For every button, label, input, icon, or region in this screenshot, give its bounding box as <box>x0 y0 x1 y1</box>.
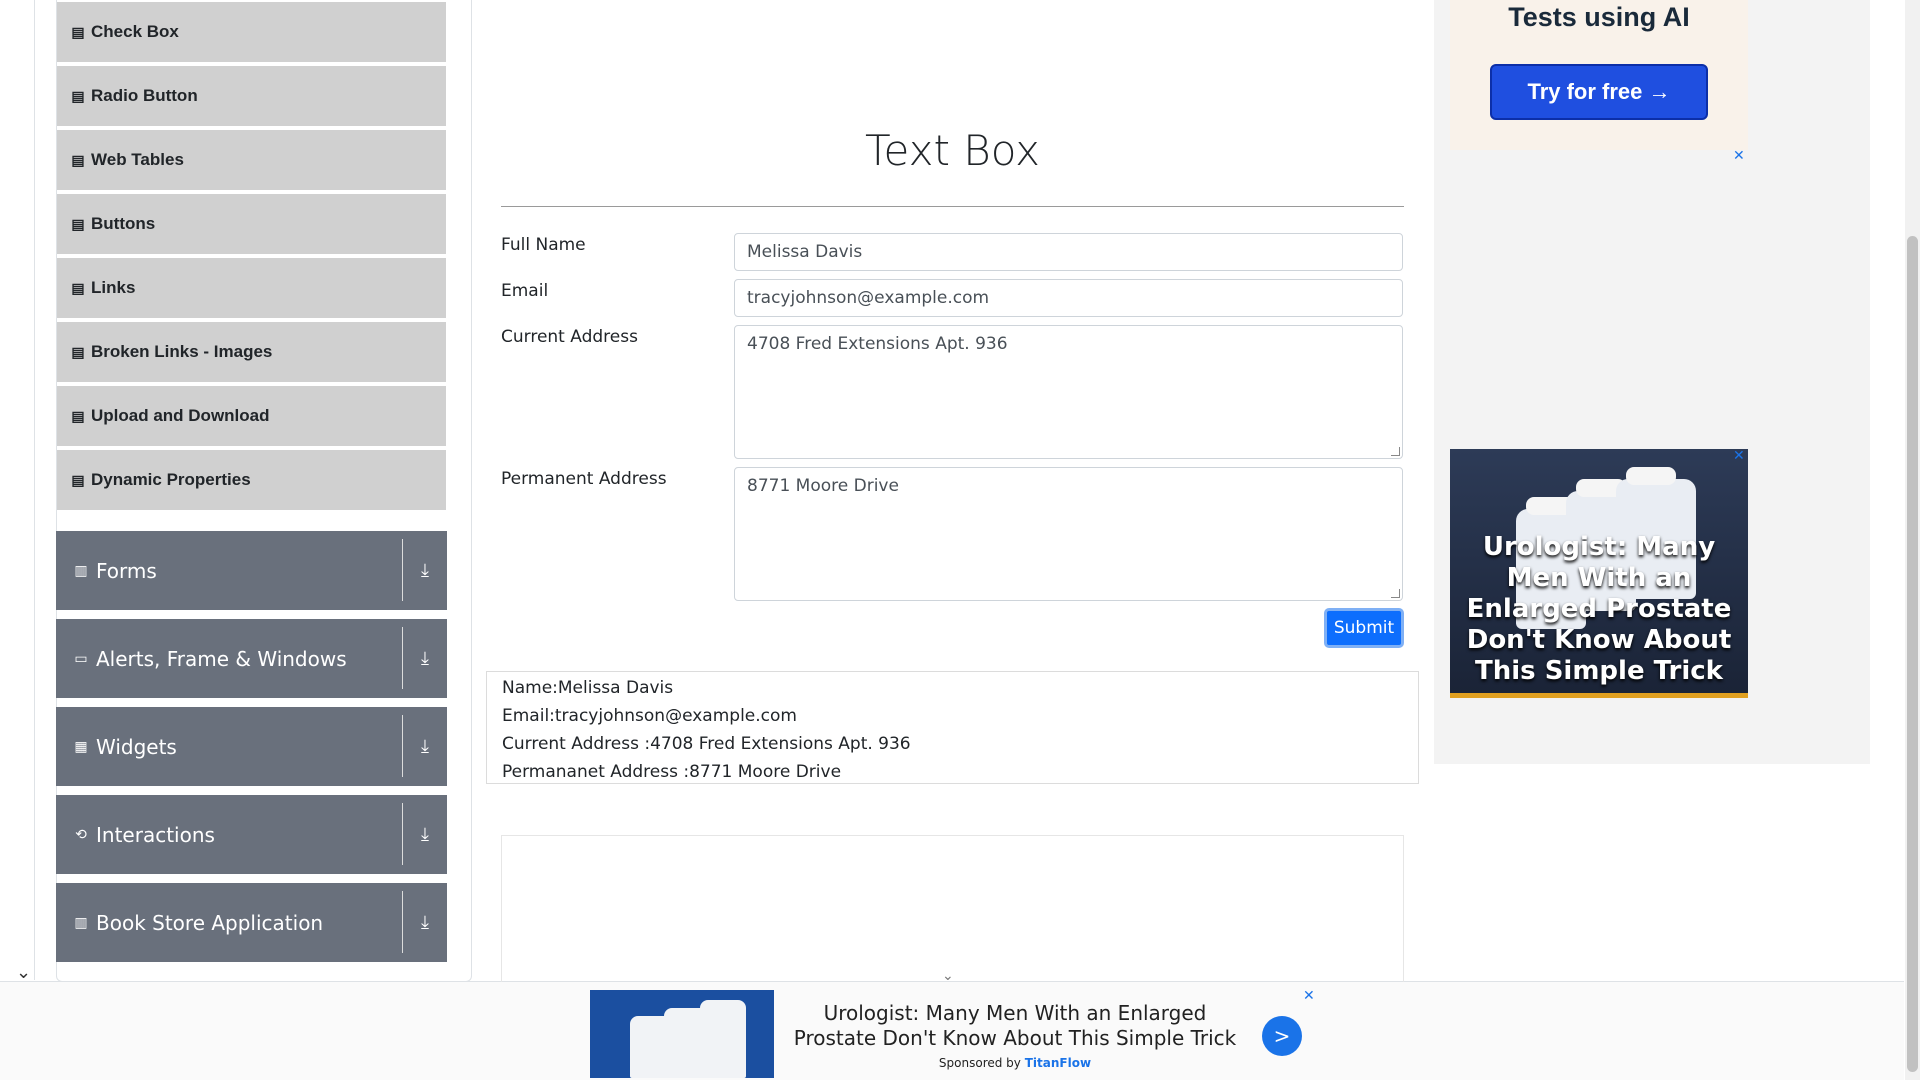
banner-sponsor: Sponsored by TitanFlow <box>780 1056 1250 1070</box>
interactions-icon: ⟲ <box>75 826 87 843</box>
sidebar-item-label: Broken Links - Images <box>91 342 273 361</box>
top-ad-title: Tests using AI <box>1508 2 1690 32</box>
permanent-address-label: Permanent Address <box>501 469 667 489</box>
sidebar-item-label: Check Box <box>91 22 179 41</box>
sidebar-group-interactions[interactable]: ⟲ Interactions ⤓ <box>56 795 447 874</box>
output-name: Name:Melissa Davis <box>502 678 674 698</box>
current-address-label: Current Address <box>501 327 638 347</box>
sidebar-item-label: Web Tables <box>91 150 184 169</box>
side-ad-text: Urologist: Many Men With an Enlarged Pro… <box>1466 532 1732 686</box>
sidebar-item-label: Links <box>91 278 136 297</box>
resize-handle[interactable] <box>1391 447 1400 456</box>
output-panel: Name:Melissa Davis Email:tracyjohnson@ex… <box>486 671 1419 784</box>
sidebar-item-label: Buttons <box>91 214 156 233</box>
bottle-image <box>700 1000 746 1078</box>
document-icon: ▤ <box>71 151 85 168</box>
sidebar-item-label: Dynamic Properties <box>91 470 251 489</box>
sidebar-item-web-tables[interactable]: ▤ Web Tables <box>57 130 446 192</box>
document-icon: ▤ <box>71 87 85 104</box>
sidebar-item-label: Radio Button <box>91 86 198 105</box>
document-icon: ▤ <box>71 279 85 296</box>
empty-content-box <box>501 835 1404 985</box>
sidebar-item-broken-links[interactable]: ▤ Broken Links - Images <box>57 322 446 384</box>
email-input[interactable]: tracyjohnson@example.com <box>734 279 1403 317</box>
current-address-textarea[interactable]: 4708 Fred Extensions Apt. 936 <box>734 325 1403 459</box>
group-label: Widgets <box>96 734 177 759</box>
group-label: Book Store Application <box>96 910 324 935</box>
document-icon: ▤ <box>71 23 85 40</box>
full-name-input[interactable]: Melissa Davis <box>734 233 1403 271</box>
form-icon: ▥ <box>74 562 88 579</box>
side-ad-bar <box>1450 693 1748 698</box>
sidebar-group-alerts[interactable]: ▭ Alerts, Frame & Windows ⤓ <box>56 619 447 698</box>
try-for-free-button[interactable]: Try for free → <box>1490 64 1708 120</box>
current-address-value: 4708 Fred Extensions Apt. 936 <box>747 334 1008 354</box>
download-icon[interactable]: ⤓ <box>403 619 447 698</box>
sidebar-item-check-box[interactable]: ▤ Check Box <box>57 2 446 64</box>
full-name-label: Full Name <box>501 235 586 255</box>
widgets-icon: ▦ <box>74 738 88 755</box>
title-divider <box>501 206 1404 207</box>
download-icon[interactable]: ⤓ <box>403 707 447 786</box>
sidebar-item-dynamic-properties[interactable]: ▤ Dynamic Properties <box>57 450 446 512</box>
download-icon[interactable]: ⤓ <box>403 883 447 962</box>
sponsor-prefix: Sponsored by <box>938 1056 1021 1070</box>
banner-text: Urologist: Many Men With an Enlarged Pro… <box>793 1001 1237 1050</box>
window-icon: ▭ <box>74 650 88 667</box>
sidebar-item-radio-button[interactable]: ▤ Radio Button <box>57 66 446 128</box>
group-label: Interactions <box>96 822 215 847</box>
document-icon: ▤ <box>71 215 85 232</box>
sidebar-group-book-store[interactable]: ▥ Book Store Application ⤓ <box>56 883 447 962</box>
banner-image <box>590 990 774 1078</box>
email-label: Email <box>501 281 549 301</box>
sidebar-group-widgets[interactable]: ▦ Widgets ⤓ <box>56 707 447 786</box>
output-current-address: Current Address :4708 Fred Extensions Ap… <box>502 734 911 754</box>
page-title: Text Box <box>864 126 1041 175</box>
submit-button[interactable]: Submit <box>1324 608 1404 648</box>
resize-handle[interactable] <box>1391 589 1400 598</box>
output-permanent-address: Permananet Address :8771 Moore Drive <box>502 762 842 782</box>
sidebar-group-forms[interactable]: ▥ Forms ⤓ <box>56 531 447 610</box>
output-email: Email:tracyjohnson@example.com <box>502 706 797 726</box>
books-icon: ▥ <box>74 914 88 931</box>
full-name-value: Melissa Davis <box>747 242 863 262</box>
group-label: Forms <box>96 558 157 583</box>
document-icon: ▤ <box>71 471 85 488</box>
document-icon: ▤ <box>71 343 85 360</box>
banner-go-button[interactable]: > <box>1262 1016 1302 1056</box>
sidebar-item-label: Upload and Download <box>91 406 270 425</box>
left-border <box>34 0 35 980</box>
download-icon[interactable]: ⤓ <box>403 795 447 874</box>
chevron-down-icon[interactable]: ⌄ <box>16 962 31 983</box>
sidebar-item-links[interactable]: ▤ Links <box>57 258 446 320</box>
permanent-address-value: 8771 Moore Drive <box>747 476 899 496</box>
download-icon[interactable]: ⤓ <box>403 531 447 610</box>
close-icon[interactable]: ✕ <box>1733 148 1745 164</box>
sidebar-item-upload-download[interactable]: ▤ Upload and Download <box>57 386 446 448</box>
group-label: Alerts, Frame & Windows <box>96 646 347 671</box>
close-icon[interactable]: ✕ <box>1303 988 1315 1004</box>
document-icon: ▤ <box>71 407 85 424</box>
sponsor-name[interactable]: TitanFlow <box>1025 1056 1091 1070</box>
email-value: tracyjohnson@example.com <box>747 288 990 308</box>
scrollbar-thumb[interactable] <box>1907 236 1918 1072</box>
permanent-address-textarea[interactable]: 8771 Moore Drive <box>734 467 1403 601</box>
sidebar-item-buttons[interactable]: ▤ Buttons <box>57 194 446 256</box>
close-icon[interactable]: ✕ <box>1733 448 1745 464</box>
